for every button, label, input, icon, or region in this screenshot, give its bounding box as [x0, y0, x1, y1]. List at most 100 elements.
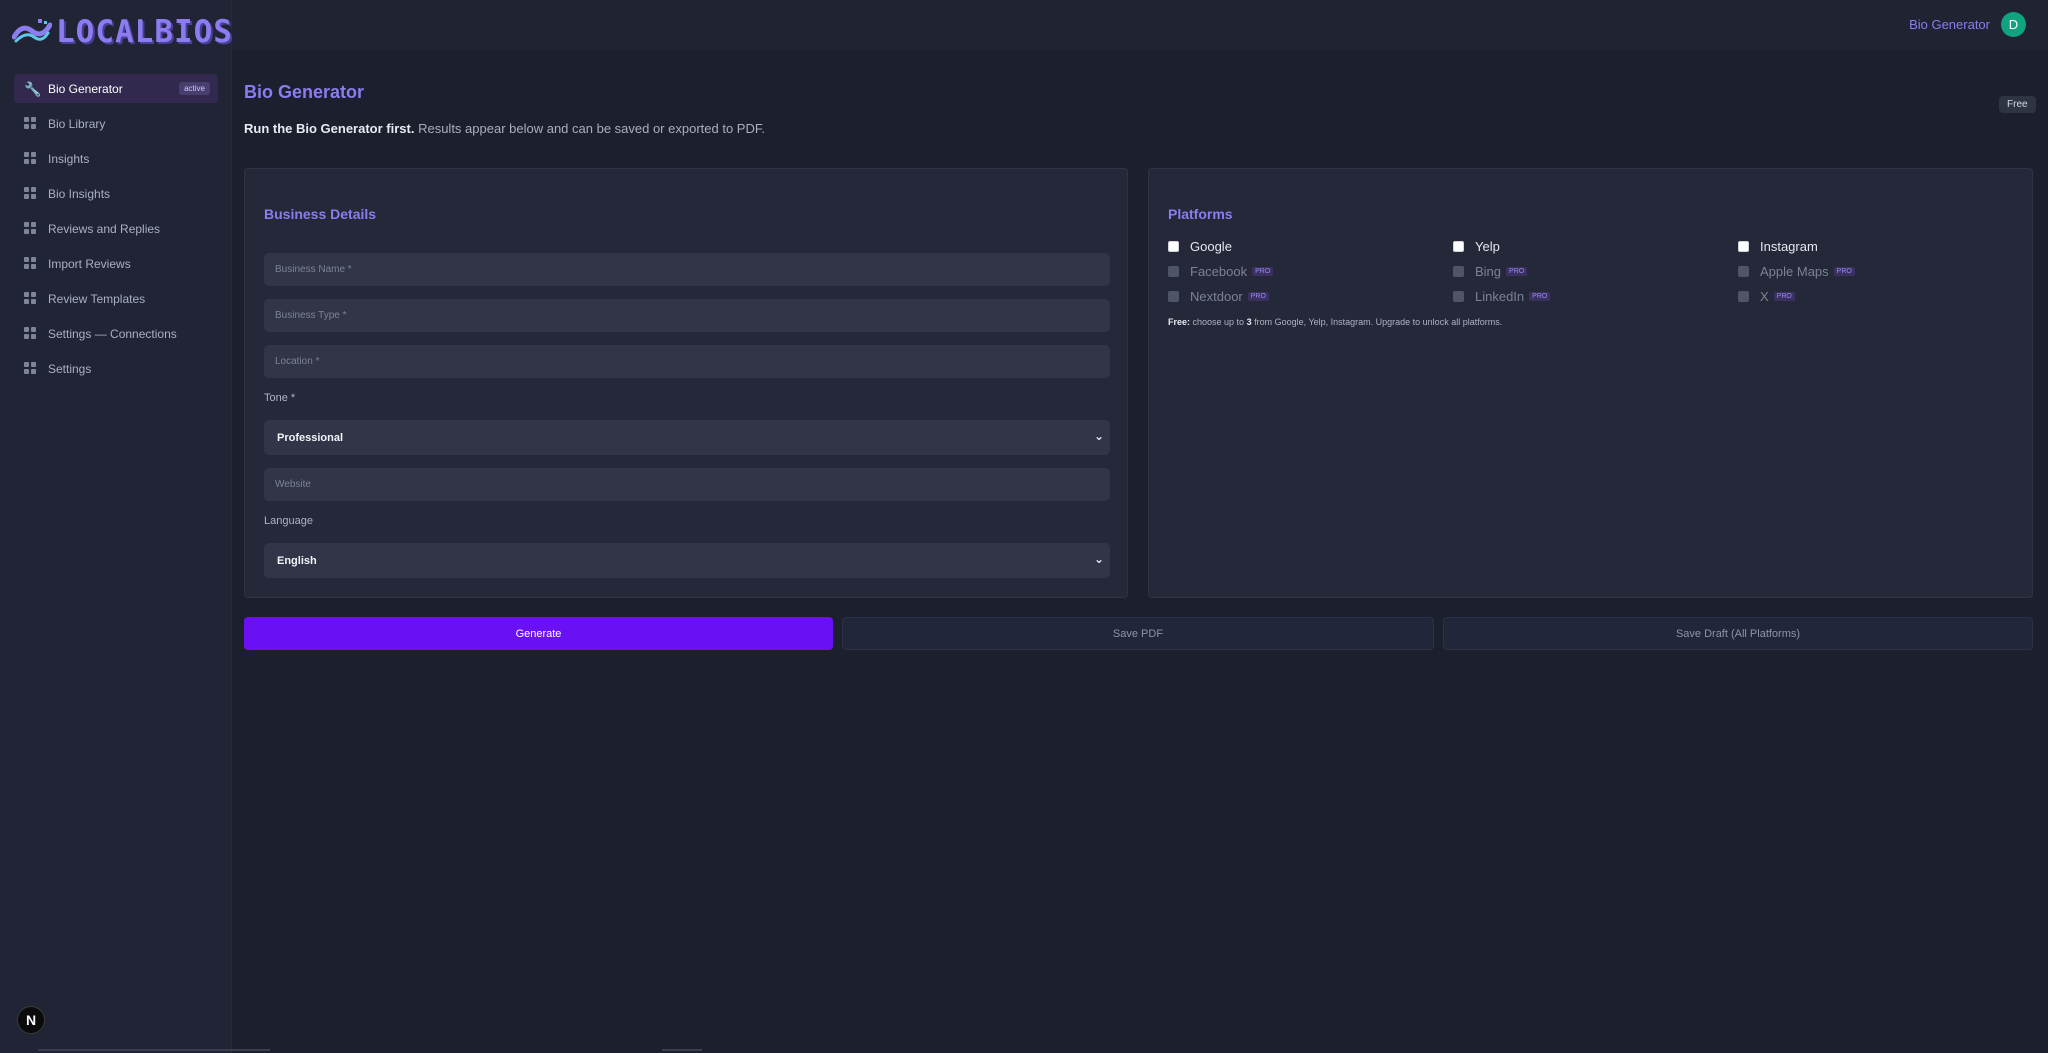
platform-label: Nextdoor — [1190, 288, 1243, 304]
location-input[interactable] — [264, 345, 1110, 378]
grid-icon — [24, 291, 38, 306]
topbar-title: Bio Generator — [1909, 17, 1990, 32]
sidebar: LOCALBIOS 🔧 Bio Generator active Bio Lib… — [0, 0, 232, 1053]
sidebar-item-label: Import Reviews — [48, 256, 131, 271]
subtitle-text: Results appear below and can be saved or… — [414, 121, 765, 136]
brand-logo[interactable]: LOCALBIOS — [12, 14, 233, 50]
chevron-down-icon: ⌄ — [1093, 429, 1104, 443]
page-title: Bio Generator — [244, 82, 365, 102]
pro-badge: PRO — [1247, 291, 1269, 301]
platform-label: LinkedIn — [1475, 288, 1525, 304]
checkbox — [1738, 290, 1749, 302]
platform-yelp[interactable]: Yelp — [1453, 237, 1500, 255]
note-bold: Free: — [1168, 317, 1191, 327]
grid-icon — [24, 151, 38, 166]
checkbox — [1453, 265, 1464, 277]
tone-value: Professional — [277, 431, 344, 444]
business-details-card: Business Details Tone * Professional ⌄ L… — [244, 168, 1128, 598]
active-badge: active — [179, 82, 210, 95]
wrench-icon: 🔧 — [24, 80, 42, 97]
tone-select[interactable]: Professional ⌄ — [264, 420, 1110, 455]
page-subtitle: Run the Bio Generator first. Results app… — [244, 121, 765, 136]
platform-label: X — [1760, 288, 1769, 304]
checkbox[interactable] — [1168, 240, 1179, 252]
pro-badge: PRO — [1252, 266, 1274, 276]
sidebar-item-label: Reviews and Replies — [48, 221, 161, 236]
pro-badge: PRO — [1506, 266, 1528, 276]
checkbox[interactable] — [1738, 240, 1749, 252]
subtitle-bold: Run the Bio Generator first. — [244, 121, 415, 136]
grid-icon — [24, 326, 38, 341]
platform-apple-maps: Apple Maps PRO — [1738, 262, 1855, 280]
sidebar-item-label: Settings — Connections — [48, 326, 177, 341]
grid-icon — [24, 116, 38, 131]
user-avatar[interactable]: D — [2001, 12, 2026, 37]
sidebar-item-reviews-and-replies[interactable]: Reviews and Replies — [14, 214, 218, 243]
platform-label: Instagram — [1760, 238, 1818, 254]
platforms-title: Platforms — [1168, 206, 1233, 222]
nextjs-dev-indicator[interactable]: N — [17, 1006, 45, 1034]
sidebar-item-label: Review Templates — [48, 291, 146, 306]
sidebar-item-label: Insights — [48, 151, 90, 166]
sidebar-item-label: Bio Library — [48, 116, 106, 131]
sidebar-item-settings[interactable]: Settings — [14, 354, 218, 383]
sidebar-item-label: Bio Generator — [48, 81, 123, 96]
website-input[interactable] — [264, 468, 1110, 501]
plan-badge: Free — [1999, 96, 2036, 113]
tone-label: Tone * — [264, 392, 296, 404]
sidebar-item-bio-insights[interactable]: Bio Insights — [14, 179, 218, 208]
language-select[interactable]: English ⌄ — [264, 543, 1110, 578]
scrollbar-track — [38, 1049, 270, 1051]
sidebar-item-import-reviews[interactable]: Import Reviews — [14, 249, 218, 278]
business-name-input[interactable] — [264, 253, 1110, 286]
grid-icon — [24, 221, 38, 236]
note-text-b: from Google, Yelp, Instagram. Upgrade to… — [1251, 317, 1503, 327]
platform-instagram[interactable]: Instagram — [1738, 237, 1818, 255]
platform-google[interactable]: Google — [1168, 237, 1232, 255]
business-details-title: Business Details — [264, 206, 377, 222]
platforms-card: Platforms Google Yelp Instagram Facebook… — [1148, 168, 2033, 598]
grid-icon — [24, 186, 38, 201]
platform-limit-note: Free: choose up to 3 from Google, Yelp, … — [1168, 317, 1502, 327]
platform-label: Apple Maps — [1760, 263, 1829, 279]
generate-button[interactable]: Generate — [244, 617, 833, 650]
sidebar-item-bio-generator[interactable]: 🔧 Bio Generator active — [14, 74, 218, 103]
brand-name: LOCALBIOS — [56, 14, 233, 50]
checkbox[interactable] — [1453, 240, 1464, 252]
localbios-logo-icon — [12, 19, 52, 43]
grid-icon — [24, 256, 38, 271]
platform-facebook: Facebook PRO — [1168, 262, 1274, 280]
checkbox — [1168, 265, 1179, 277]
save-pdf-button[interactable]: Save PDF — [842, 617, 1434, 650]
checkbox — [1453, 290, 1464, 302]
platform-x: X PRO — [1738, 287, 1795, 305]
checkbox — [1738, 265, 1749, 277]
save-draft-button[interactable]: Save Draft (All Platforms) — [1443, 617, 2033, 650]
platform-label: Google — [1190, 238, 1232, 254]
chevron-down-icon: ⌄ — [1093, 552, 1104, 566]
sidebar-nav: 🔧 Bio Generator active Bio Library Insig… — [14, 74, 218, 389]
platform-nextdoor: Nextdoor PRO — [1168, 287, 1269, 305]
pro-badge: PRO — [1773, 291, 1795, 301]
platform-label: Facebook — [1190, 263, 1248, 279]
business-type-input[interactable] — [264, 299, 1110, 332]
scrollbar-thumb[interactable] — [662, 1049, 702, 1051]
sidebar-item-settings-connections[interactable]: Settings — Connections — [14, 319, 218, 348]
checkbox — [1168, 290, 1179, 302]
sidebar-item-label: Bio Insights — [48, 186, 111, 201]
sidebar-item-label: Settings — [48, 361, 92, 376]
platform-bing: Bing PRO — [1453, 262, 1528, 280]
pro-badge: PRO — [1833, 266, 1855, 276]
platform-linkedin: LinkedIn PRO — [1453, 287, 1551, 305]
grid-icon — [24, 361, 38, 376]
platform-label: Yelp — [1475, 238, 1500, 254]
note-text-a: choose up to — [1190, 317, 1247, 327]
sidebar-item-review-templates[interactable]: Review Templates — [14, 284, 218, 313]
language-value: English — [277, 554, 317, 567]
pro-badge: PRO — [1529, 291, 1551, 301]
sidebar-item-bio-library[interactable]: Bio Library — [14, 109, 218, 138]
platform-label: Bing — [1475, 263, 1502, 279]
sidebar-item-insights[interactable]: Insights — [14, 144, 218, 173]
topbar: Bio Generator D — [232, 0, 2048, 50]
language-label: Language — [264, 515, 313, 527]
